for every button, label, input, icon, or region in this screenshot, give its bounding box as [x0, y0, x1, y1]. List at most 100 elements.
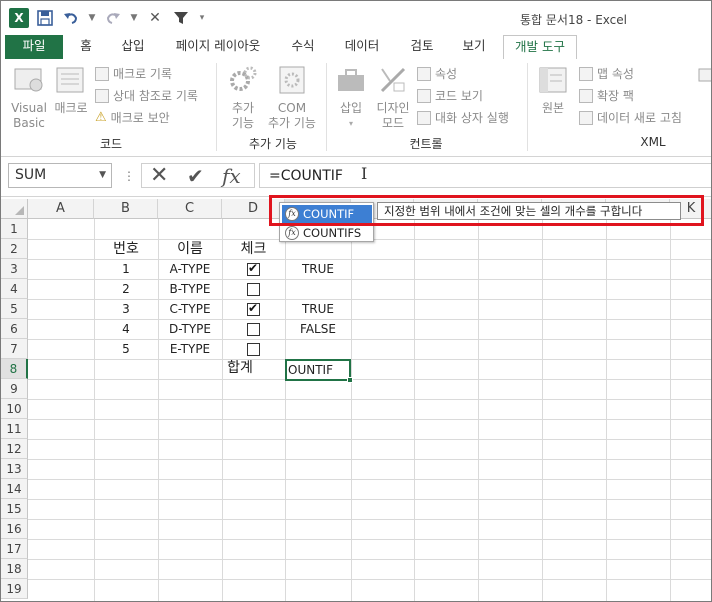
map-properties-button[interactable]: 맵 속성 — [579, 65, 634, 82]
cell-number[interactable]: 2 — [94, 279, 158, 299]
design-mode-button[interactable]: 디자인 모드 — [373, 63, 413, 131]
row-header-6[interactable]: 6 — [1, 319, 28, 339]
tab-page-layout[interactable]: 페이지 레이아웃 — [165, 35, 271, 59]
tab-developer[interactable]: 개발 도구 — [503, 35, 577, 60]
tab-review[interactable]: 검토 — [401, 35, 443, 59]
com-addins-button[interactable]: COM 추가 기능 — [263, 63, 321, 131]
cell-d2-header[interactable]: 체크 — [222, 239, 285, 259]
toolbox-icon — [334, 63, 368, 97]
view-code-button[interactable]: 코드 보기 — [417, 87, 483, 104]
properties-button[interactable]: 속성 — [417, 65, 457, 82]
design-mode-label-1: 디자인 — [376, 101, 410, 115]
gridline — [670, 219, 671, 601]
visual-basic-button[interactable]: Visual Basic — [9, 63, 49, 131]
redo-dropdown-icon[interactable]: ▼ — [129, 8, 139, 28]
cell-total-label[interactable]: 합계 — [222, 358, 258, 378]
active-cell-e8[interactable]: OUNTIF — [285, 359, 351, 381]
row-header-2[interactable]: 2 — [1, 239, 28, 259]
cell-b2-header[interactable]: 번호 — [94, 239, 158, 259]
column-header-c[interactable]: C — [158, 199, 222, 219]
record-macro-button[interactable]: 매크로 기록 — [95, 65, 172, 82]
name-box-value: SUM — [15, 167, 47, 183]
customize-qat-icon[interactable]: ▾ — [197, 8, 207, 28]
tab-home[interactable]: 홈 — [71, 35, 101, 59]
cell-number[interactable]: 4 — [94, 319, 158, 339]
formula-bar-resize-icon[interactable]: ⋮ — [123, 169, 135, 183]
insert-function-icon[interactable]: fx — [222, 164, 241, 188]
tab-data[interactable]: 데이터 — [335, 35, 389, 59]
name-box[interactable]: SUM ▼ — [8, 163, 112, 188]
checkbox-unchecked[interactable] — [247, 283, 260, 296]
cell-result[interactable] — [285, 279, 351, 299]
cell-name[interactable]: E-TYPE — [158, 339, 222, 359]
row-header-19[interactable]: 19 — [1, 579, 28, 599]
record-macro-icon — [95, 66, 109, 81]
xml-source-button[interactable]: 원본 — [535, 63, 571, 116]
cell-result[interactable]: TRUE — [285, 259, 351, 279]
addins-button[interactable]: 추가 기능 — [223, 63, 263, 131]
cut-x-icon[interactable]: ✕ — [145, 8, 165, 28]
macro-button[interactable]: 매크로 — [53, 63, 89, 116]
tab-insert[interactable]: 삽입 — [115, 35, 151, 59]
row-header-13[interactable]: 13 — [1, 459, 28, 479]
expansion-packs-button[interactable]: 확장 팩 — [579, 87, 634, 104]
cell-number[interactable]: 3 — [94, 299, 158, 319]
row-header-10[interactable]: 10 — [1, 399, 28, 419]
row-header-5[interactable]: 5 — [1, 299, 28, 319]
cell-result[interactable] — [285, 339, 351, 359]
refresh-data-button[interactable]: 데이터 새로 고침 — [579, 109, 682, 126]
row-header-17[interactable]: 17 — [1, 539, 28, 559]
tab-file[interactable]: 파일 — [5, 35, 63, 59]
select-all-button[interactable] — [1, 199, 28, 219]
cell-name[interactable]: C-TYPE — [158, 299, 222, 319]
import-partial-button[interactable] — [695, 63, 711, 101]
cell-result[interactable]: FALSE — [285, 319, 351, 339]
filter-icon[interactable] — [171, 8, 191, 28]
undo-icon[interactable] — [61, 8, 81, 28]
undo-dropdown-icon[interactable]: ▼ — [87, 8, 97, 28]
redo-icon[interactable] — [103, 8, 123, 28]
cell-name[interactable]: D-TYPE — [158, 319, 222, 339]
checkbox-checked[interactable] — [247, 301, 260, 316]
row-header-9[interactable]: 9 — [1, 379, 28, 399]
autocomplete-item-countifs[interactable]: fx COUNTIFS — [282, 224, 372, 242]
name-box-dropdown-icon[interactable]: ▼ — [99, 164, 106, 187]
cell-number[interactable]: 1 — [94, 259, 158, 279]
row-header-7[interactable]: 7 — [1, 339, 28, 359]
tab-formulas[interactable]: 수식 — [283, 35, 323, 59]
insert-control-button[interactable]: 삽입 ▾ — [333, 63, 369, 131]
row-header-14[interactable]: 14 — [1, 479, 28, 499]
row-header-15[interactable]: 15 — [1, 499, 28, 519]
checkbox-checked[interactable] — [247, 261, 260, 276]
save-icon[interactable] — [35, 8, 55, 28]
row-header-8[interactable]: 8 — [1, 359, 28, 379]
row-header-18[interactable]: 18 — [1, 559, 28, 579]
row-header-4[interactable]: 4 — [1, 279, 28, 299]
enter-check-icon[interactable]: ✔ — [187, 164, 204, 189]
row-header-16[interactable]: 16 — [1, 519, 28, 539]
cell-result[interactable]: TRUE — [285, 299, 351, 319]
group-separator — [326, 63, 327, 151]
relative-reference-button[interactable]: 상대 참조로 기록 — [95, 87, 198, 104]
column-header-a[interactable]: A — [28, 199, 94, 219]
cell-number[interactable]: 5 — [94, 339, 158, 359]
refresh-data-label: 데이터 새로 고침 — [597, 111, 682, 125]
row-header-11[interactable]: 11 — [1, 419, 28, 439]
row-header-12[interactable]: 12 — [1, 439, 28, 459]
map-properties-icon — [579, 66, 593, 81]
gridline — [28, 419, 711, 420]
formula-input[interactable]: =COUNTIF — [259, 163, 711, 188]
tab-view[interactable]: 보기 — [453, 35, 495, 59]
fill-handle[interactable] — [347, 377, 353, 383]
column-header-b[interactable]: B — [94, 199, 158, 219]
checkbox-unchecked[interactable] — [247, 343, 260, 356]
checkbox-unchecked[interactable] — [247, 323, 260, 336]
macro-security-button[interactable]: ⚠ 매크로 보안 — [95, 109, 170, 126]
cell-name[interactable]: B-TYPE — [158, 279, 222, 299]
cell-name[interactable]: A-TYPE — [158, 259, 222, 279]
cell-c2-header[interactable]: 이름 — [158, 239, 222, 259]
row-header-3[interactable]: 3 — [1, 259, 28, 279]
run-dialog-button[interactable]: 대화 상자 실행 — [417, 109, 509, 126]
row-header-1[interactable]: 1 — [1, 219, 28, 239]
cancel-icon[interactable]: ✕ — [150, 164, 168, 188]
